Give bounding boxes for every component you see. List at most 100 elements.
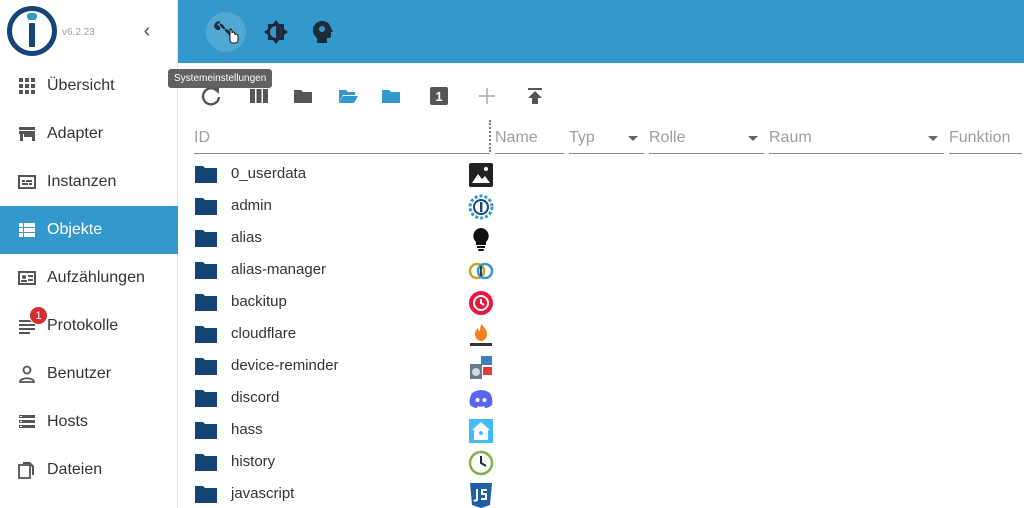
typ-filter-placeholder: Typ [569, 129, 595, 146]
columns-button[interactable] [248, 85, 270, 107]
object-row-cloudflare[interactable]: cloudflare [188, 318, 1008, 350]
toggle-theme-button[interactable] [262, 18, 290, 46]
user-icon [19, 365, 35, 383]
dropdown-arrow-icon [628, 136, 638, 141]
object-id: hass [231, 421, 263, 438]
column-resize-handle[interactable] [489, 120, 491, 152]
expert-mode-icon [313, 21, 333, 43]
funktion-filter-underline [949, 153, 1022, 154]
expert-mode-button[interactable] [308, 18, 336, 46]
funktion-filter-select[interactable]: Funktion [949, 123, 1022, 154]
refresh-button[interactable] [200, 85, 222, 107]
backitup-icon [469, 291, 493, 315]
sidebar-item-instanzen[interactable]: Instanzen [0, 158, 178, 206]
id-filter-placeholder: ID [194, 129, 210, 146]
javascript-icon [470, 483, 492, 508]
collapse-sidebar-button[interactable]: ‹ [138, 20, 156, 42]
folder-icon [195, 262, 217, 279]
object-row-history[interactable]: history [188, 446, 1008, 478]
object-row-admin[interactable]: admin [188, 190, 1008, 222]
list-icon [19, 223, 35, 237]
lightbulb-icon [473, 228, 489, 251]
instances-icon [18, 175, 36, 189]
enum-icon [18, 271, 36, 285]
folder-icon [195, 454, 217, 471]
raum-filter-select[interactable]: Raum [769, 123, 944, 154]
sidebar-item-protokolle[interactable]: 1 Protokolle [0, 302, 178, 350]
object-row-alias[interactable]: alias [188, 222, 1008, 254]
columns-icon [250, 89, 268, 103]
upload-icon [528, 88, 542, 104]
wrench-icon [214, 21, 239, 44]
sidebar-item-label: Aufzählungen [47, 269, 145, 286]
history-icon [468, 450, 494, 476]
sidebar-item-label: Instanzen [47, 173, 117, 190]
raum-filter-underline [769, 153, 944, 154]
sidebar-item-hosts[interactable]: Hosts [0, 398, 178, 446]
typ-filter-select[interactable]: Typ [569, 123, 644, 154]
sidebar-item-benutzer[interactable]: Benutzer [0, 350, 178, 398]
object-row-hass[interactable]: hass [188, 414, 1008, 446]
folder-icon [195, 230, 217, 247]
sidebar-item-label: Benutzer [47, 365, 112, 382]
object-id: discord [231, 389, 280, 406]
depth-icon: 1 [430, 87, 448, 105]
rolle-filter-underline [649, 153, 764, 154]
typ-filter-underline [569, 153, 644, 154]
top-bar [178, 0, 1024, 63]
sidebar-item-label: Objekte [47, 221, 103, 238]
app-window: v6.2.23 ‹ Übersicht Adapter Instanzen Ob… [0, 0, 1024, 508]
sidebar-item-aufzaehlungen[interactable]: Aufzählungen [0, 254, 178, 302]
iobroker-logo[interactable] [7, 6, 57, 56]
expand-all-button[interactable] [380, 85, 402, 107]
system-settings-button[interactable] [206, 12, 246, 52]
folder-icon [195, 166, 217, 183]
sidebar: v6.2.23 ‹ Übersicht Adapter Instanzen Ob… [0, 0, 178, 508]
store-icon [19, 127, 35, 141]
folder-icon [195, 390, 217, 407]
add-object-button[interactable] [476, 85, 498, 107]
sidebar-item-adapter[interactable]: Adapter [0, 110, 178, 158]
sidebar-item-label: Adapter [47, 125, 104, 142]
notification-badge: 1 [29, 306, 48, 325]
alias-manager-icon [468, 262, 494, 280]
collapse-all-button[interactable] [292, 85, 314, 107]
object-id: alias-manager [231, 261, 327, 278]
folder-icon [195, 294, 217, 311]
discord-icon [469, 390, 493, 408]
folder-icon [195, 422, 217, 439]
logo-dot [27, 13, 37, 20]
object-id: admin [231, 197, 272, 214]
folder-icon [195, 326, 217, 343]
folder-closed-icon [294, 90, 312, 103]
device-reminder-icon [470, 356, 492, 379]
add-icon [479, 88, 495, 104]
hosts-icon [19, 415, 35, 428]
object-row-alias-manager[interactable]: alias-manager [188, 254, 1008, 286]
object-row-backitup[interactable]: backitup [188, 286, 1008, 318]
rolle-filter-placeholder: Rolle [649, 129, 686, 146]
refresh-icon [201, 87, 221, 106]
image-icon [469, 163, 493, 187]
iobroker-admin-icon [468, 194, 494, 220]
object-id: cloudflare [231, 325, 297, 342]
sidebar-item-dateien[interactable]: Dateien [0, 446, 178, 494]
sidebar-item-objekte[interactable]: Objekte [0, 206, 178, 254]
id-filter-input[interactable]: ID [194, 123, 490, 154]
object-row-javascript[interactable]: javascript [188, 478, 1008, 508]
sidebar-item-uebersicht[interactable]: Übersicht [0, 62, 178, 110]
cloudflare-icon [470, 324, 492, 346]
expand-one-button[interactable] [337, 85, 359, 107]
name-filter-input[interactable]: Name [495, 123, 564, 154]
upload-button[interactable] [524, 85, 546, 107]
depth-value: 1 [435, 89, 442, 104]
object-row-0-userdata[interactable]: 0_userdata [188, 158, 1008, 190]
object-row-device-reminder[interactable]: device-reminder [188, 350, 1008, 382]
object-id: history [231, 453, 276, 470]
folder-expand-icon [382, 90, 400, 103]
depth-button[interactable]: 1 [428, 85, 450, 107]
grid-icon [19, 78, 35, 94]
rolle-filter-select[interactable]: Rolle [649, 123, 764, 154]
object-row-discord[interactable]: discord [188, 382, 1008, 414]
raum-filter-placeholder: Raum [769, 129, 812, 146]
